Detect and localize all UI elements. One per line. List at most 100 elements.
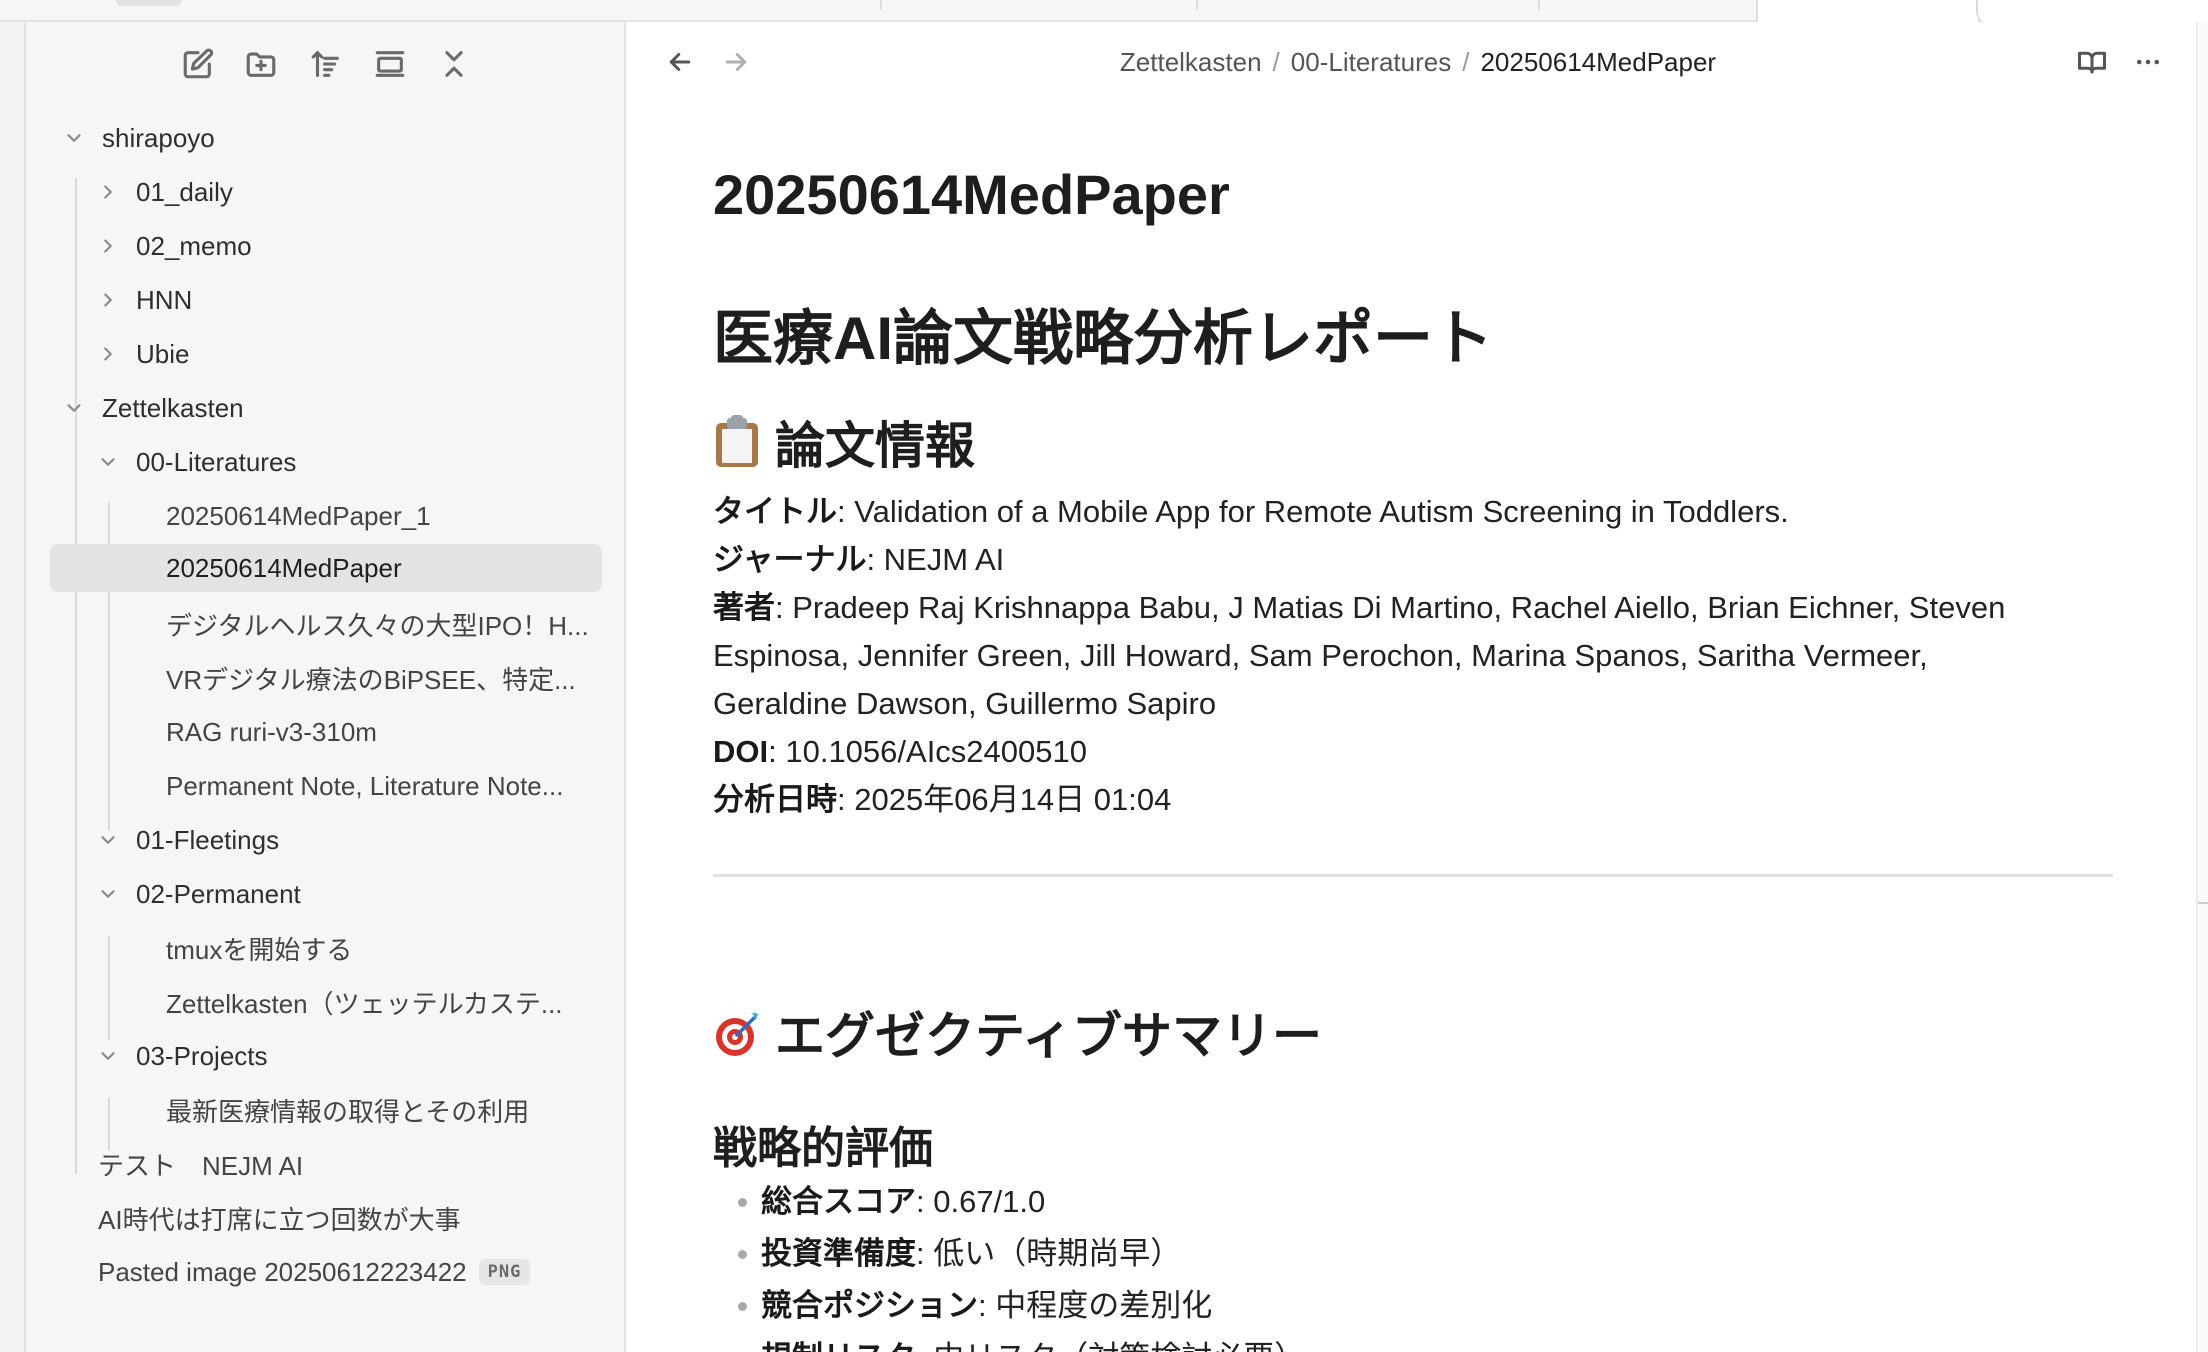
field-label: ジャーナル (713, 542, 867, 577)
chevron-down-icon (62, 396, 86, 420)
arrow-right-icon (725, 53, 747, 71)
collapse-all-icon (445, 51, 463, 77)
auto-reveal-button[interactable] (366, 40, 414, 88)
folder-label: Ubie (136, 338, 190, 369)
heading-1: 医療AI論文戦略分析レポート (713, 305, 1493, 372)
collapse-all-button[interactable] (430, 40, 478, 88)
file-type-badge: PNG (478, 1259, 531, 1285)
file-label: 20250614MedPaper (166, 552, 402, 583)
paper-doi-line: DOI: 10.1056/AIcs2400510 (713, 728, 2113, 776)
note-title[interactable]: 20250614MedPaper (713, 162, 1230, 227)
file-explorer-sidebar: shirapoyo 01_daily 02_memo HNN Ubie Zett… (26, 22, 626, 1352)
chevron-down-icon (96, 450, 120, 474)
file-digital-health-ipo[interactable]: デジタルヘルス久々の大型IPO！H... (166, 600, 589, 648)
folder-label: 01_daily (136, 176, 233, 207)
heading-text: エグゼクティブサマリー (775, 1008, 1322, 1064)
item-value: : 中程度の差別化 (978, 1288, 1213, 1323)
tree-guide (108, 936, 110, 1040)
file-label: AI時代は打席に立つ回数が大事 (98, 1204, 461, 1235)
breadcrumb-item[interactable]: Zettelkasten (1120, 47, 1262, 78)
folder-01-fleetings[interactable]: 01-Fleetings (96, 816, 279, 864)
folder-02-memo[interactable]: 02_memo (96, 222, 252, 270)
back-button[interactable] (660, 42, 700, 82)
new-note-button[interactable] (174, 40, 222, 88)
clipboard-icon (713, 415, 761, 469)
new-folder-icon (246, 52, 276, 77)
breadcrumb-separator: / (1462, 46, 1470, 77)
chevron-right-icon (96, 288, 120, 312)
heading-executive-summary: エグゼクティブサマリー (713, 996, 1322, 1068)
paper-authors-line: 著者: Pradeep Raj Krishnappa Babu, J Matia… (713, 584, 2113, 632)
field-label: タイトル (713, 494, 837, 529)
list-item: 競合ポジション: 中程度の差別化 (713, 1280, 2113, 1332)
file-tmux[interactable]: tmuxを開始する (166, 924, 352, 972)
file-20250614medpaper-active[interactable]: 20250614MedPaper (50, 544, 602, 592)
folder-00-literatures[interactable]: 00-Literatures (96, 438, 296, 486)
file-label: VRデジタル療法のBiPSEE、特定... (166, 664, 576, 695)
chevron-down-icon (96, 1044, 120, 1068)
sort-button[interactable] (302, 40, 350, 88)
tab-divider (1538, 0, 1540, 10)
chevron-down-icon (62, 126, 86, 150)
field-value: : Validation of a Mobile App for Remote … (837, 494, 1789, 529)
folder-label: shirapoyo (102, 122, 215, 153)
heading-strategy: 戦略的評価 (713, 1124, 933, 1173)
file-latest-medical-info[interactable]: 最新医療情報の取得とその利用 (166, 1086, 529, 1134)
file-20250614medpaper-1[interactable]: 20250614MedPaper_1 (166, 492, 431, 540)
more-options-icon (2137, 59, 2159, 65)
chevron-right-icon (96, 342, 120, 366)
file-zettelkasten-note[interactable]: Zettelkasten（ツェッテルカステ... (166, 978, 563, 1026)
file-label: Pasted image 20250612223422 (98, 1256, 467, 1287)
folder-zettelkasten[interactable]: Zettelkasten (62, 384, 244, 432)
folder-02-permanent[interactable]: 02-Permanent (96, 870, 301, 918)
file-rag-ruri[interactable]: RAG ruri-v3-310m (166, 708, 377, 756)
file-pasted-image[interactable]: Pasted image 20250612223422 PNG (98, 1248, 531, 1296)
item-label: 規制リスク (761, 1340, 916, 1352)
strategy-list: 総合スコア: 0.67/1.0 投資準備度: 低い（時期尚早） 競合ポジション:… (713, 1176, 2113, 1352)
folder-label: 00-Literatures (136, 446, 297, 477)
file-permanent-note[interactable]: Permanent Note, Literature Note... (166, 762, 563, 810)
breadcrumb-current[interactable]: 20250614MedPaper (1480, 47, 1716, 78)
paper-authors-line: Geraldine Dawson, Guillermo Sapiro (713, 686, 1217, 721)
folder-label: 03-Projects (136, 1040, 268, 1071)
folder-shirapoyo[interactable]: shirapoyo (62, 114, 215, 162)
item-value: : 0.67/1.0 (916, 1184, 1046, 1219)
target-icon (713, 1005, 761, 1059)
field-value: : 10.1056/AIcs2400510 (768, 734, 1087, 769)
heading-paper-info: 論文情報 (713, 406, 975, 478)
folder-03-projects[interactable]: 03-Projects (96, 1032, 268, 1080)
active-tab[interactable] (1756, 0, 1980, 22)
chevron-right-icon (96, 180, 120, 204)
paper-date-line: 分析日時: 2025年06月14日 01:04 (713, 776, 2113, 824)
file-test-nejm-ai[interactable]: テスト NEJM AI (98, 1140, 303, 1188)
item-label: 競合ポジション (761, 1288, 978, 1323)
field-label: 著者 (713, 590, 775, 625)
field-value: : 2025年06月14日 01:04 (837, 782, 1172, 817)
file-label: 20250614MedPaper_1 (166, 500, 431, 531)
tab-handle[interactable] (116, 0, 182, 6)
item-label: 総合スコア (761, 1184, 916, 1219)
file-label: テスト NEJM AI (98, 1150, 304, 1181)
folder-hnn[interactable]: HNN (96, 276, 192, 324)
reading-view-button[interactable] (2072, 42, 2112, 82)
heading-text: 論文情報 (775, 418, 975, 474)
tab-bar (0, 0, 2208, 22)
field-value: : Pradeep Raj Krishnappa Babu, J Matias … (775, 590, 2006, 625)
folder-label: HNN (136, 284, 193, 315)
folder-01-daily[interactable]: 01_daily (96, 168, 233, 216)
chevron-right-icon (96, 234, 120, 258)
forward-button[interactable] (716, 42, 756, 82)
file-ai-era[interactable]: AI時代は打席に立つ回数が大事 (98, 1194, 461, 1242)
new-folder-button[interactable] (237, 40, 285, 88)
folder-label: 01-Fleetings (136, 824, 280, 855)
new-note-icon (183, 48, 214, 79)
folder-label: 02_memo (136, 230, 252, 261)
more-options-button[interactable] (2128, 42, 2168, 82)
breadcrumb: Zettelkasten / 00-Literatures / 20250614… (628, 40, 2208, 84)
scrollbar[interactable] (2196, 22, 2208, 1352)
arrow-left-icon (669, 53, 691, 71)
folder-ubie[interactable]: Ubie (96, 330, 189, 378)
tab-divider (880, 0, 882, 10)
file-vr-digital-therapy[interactable]: VRデジタル療法のBiPSEE、特定... (166, 654, 576, 702)
breadcrumb-item[interactable]: 00-Literatures (1291, 47, 1451, 78)
